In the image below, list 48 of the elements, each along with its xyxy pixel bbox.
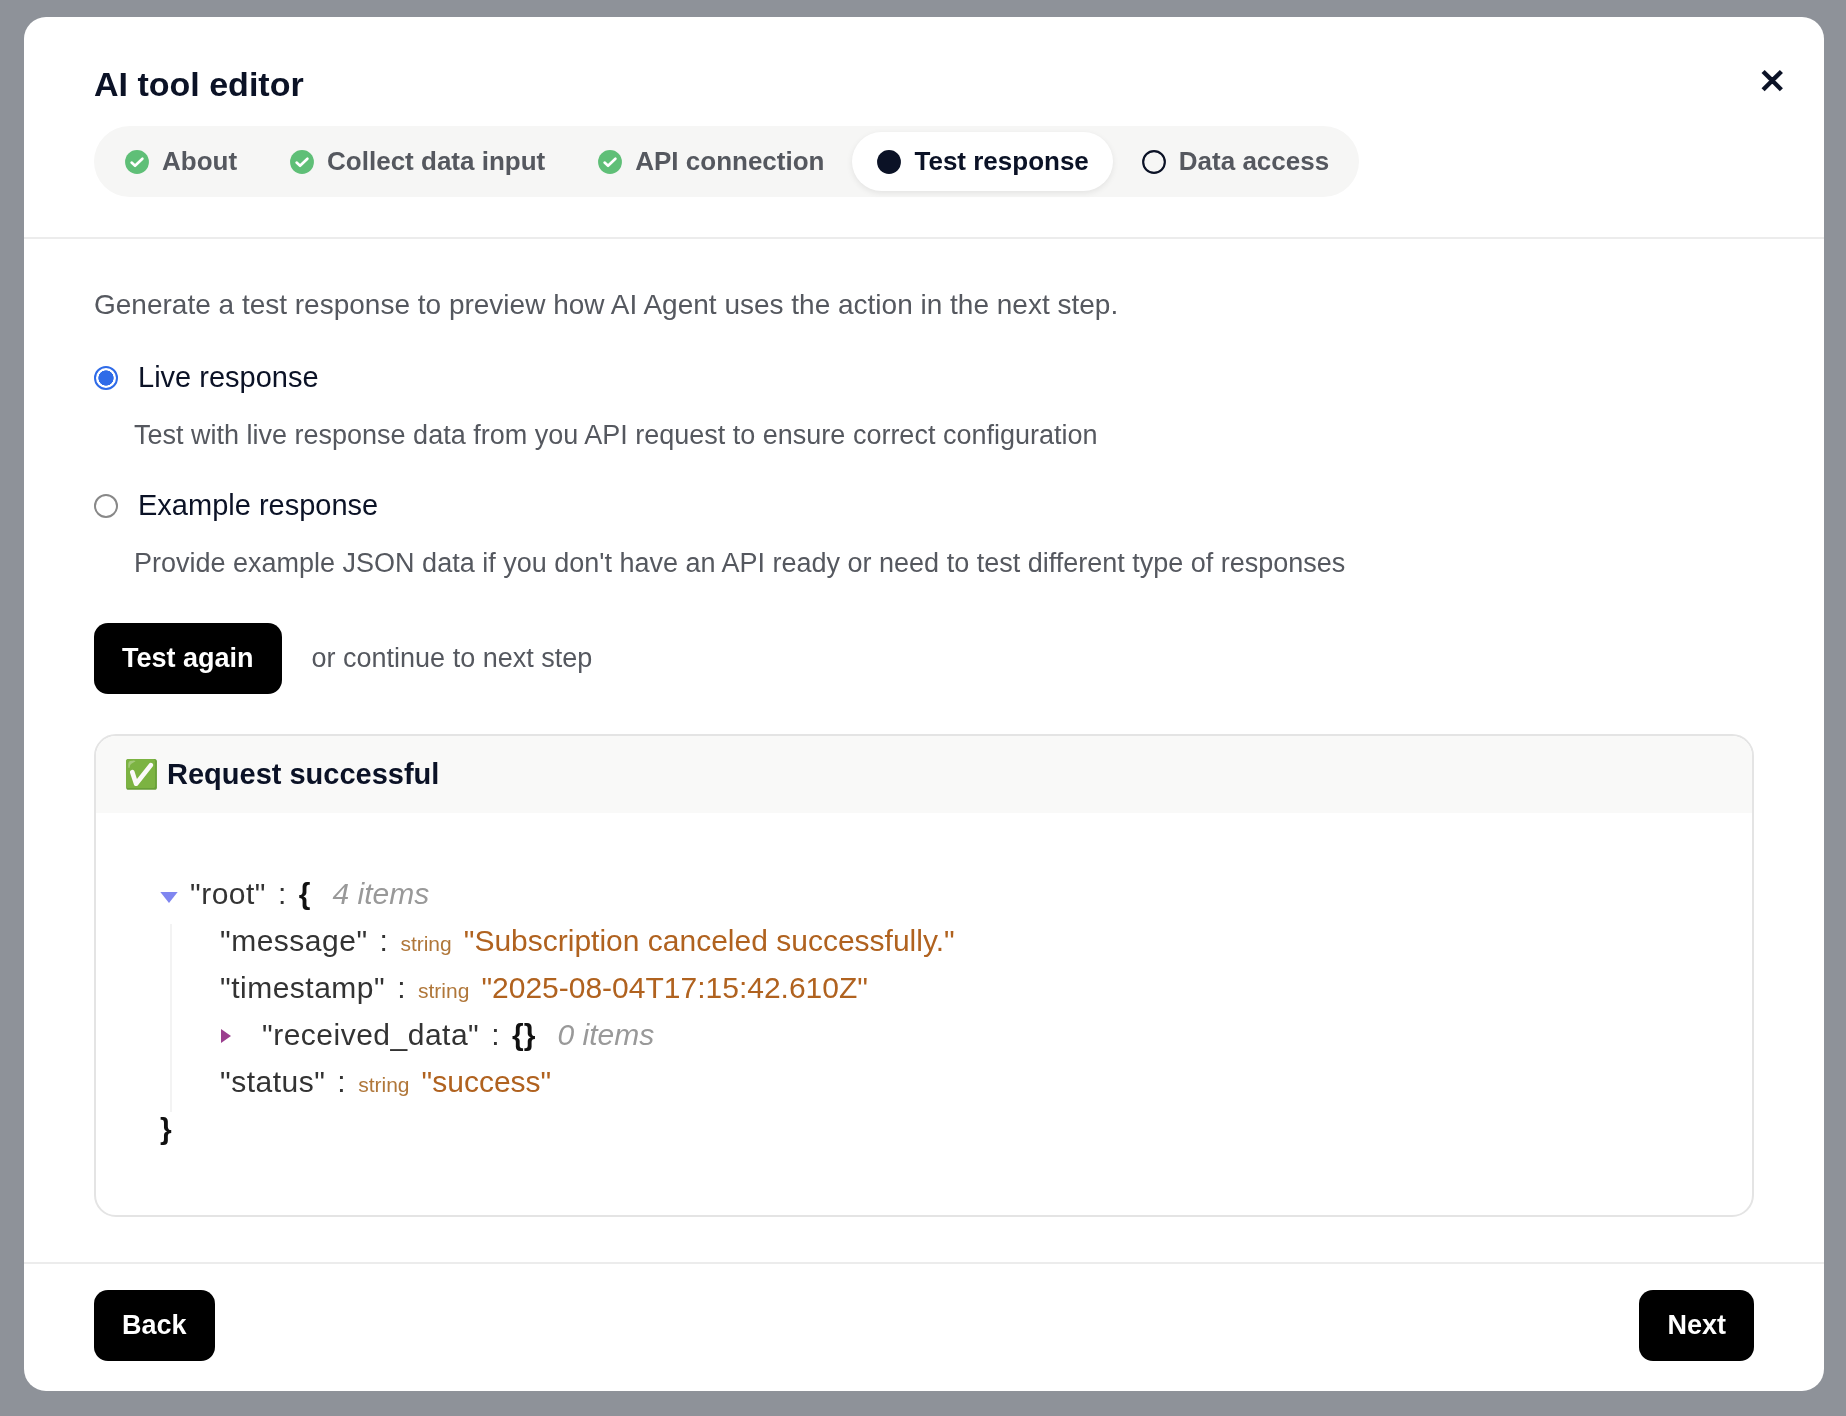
- caret-icon[interactable]: [160, 891, 178, 904]
- json-value: "Subscription canceled successfully.": [463, 924, 955, 958]
- json-colon: :: [337, 1065, 347, 1099]
- option-label: Example response: [138, 489, 379, 522]
- option-description: Test with live response data from you API request to ensure correct configuration: [134, 420, 1099, 451]
- type-label: string: [358, 1073, 410, 1097]
- json-colon: :: [397, 971, 406, 1005]
- radio-button[interactable]: [94, 365, 118, 390]
- empty-circle-icon: [1140, 148, 1167, 175]
- test-again-button[interactable]: Test again: [94, 623, 282, 694]
- json-key: "status": [220, 1065, 326, 1099]
- back-button[interactable]: Back: [94, 1290, 215, 1361]
- item-count: 0 items: [557, 1018, 655, 1052]
- result-title: Request successful: [167, 758, 440, 791]
- json-brace: {}: [512, 1018, 536, 1052]
- json-brace: }: [160, 1112, 172, 1146]
- check-mark-icon: ✅: [124, 758, 159, 791]
- step-tab[interactable]: Data access: [1116, 132, 1354, 191]
- continue-hint: or continue to next step: [311, 643, 593, 674]
- json-brace: {: [298, 877, 311, 911]
- check-circle-icon: [124, 148, 150, 175]
- step-tab[interactable]: Test response: [852, 132, 1113, 191]
- option-label: Live response: [138, 361, 319, 394]
- type-label: string: [418, 979, 470, 1003]
- step-tab[interactable]: About: [100, 132, 262, 191]
- item-count: 4 items: [332, 877, 430, 911]
- next-button[interactable]: Next: [1639, 1290, 1754, 1361]
- step-tab[interactable]: API connection: [573, 132, 849, 191]
- json-key: "message": [220, 924, 368, 958]
- option-description: Provide example JSON data if you don't have an API ready or need to test different type of responses: [134, 548, 1347, 579]
- type-label: string: [400, 932, 452, 956]
- json-colon: :: [379, 924, 389, 958]
- filled-circle-icon: [876, 148, 903, 175]
- json-key: "received_data": [262, 1018, 480, 1052]
- intro-text: Generate a test response to preview how AI Agent uses the action in the next step.: [94, 289, 1120, 321]
- json-value: "2025-08-04T17:15:42.610Z": [481, 971, 868, 1005]
- radio-button[interactable]: [94, 493, 118, 518]
- caret-icon[interactable]: [220, 1027, 232, 1045]
- check-circle-icon: [597, 148, 624, 175]
- json-value: "success": [421, 1065, 552, 1099]
- json-key: "root": [190, 877, 266, 911]
- json-colon: :: [491, 1018, 501, 1052]
- dialog-title: AI tool editor: [94, 65, 305, 104]
- close-button[interactable]: ✕: [1754, 57, 1790, 105]
- json-colon: :: [278, 877, 287, 911]
- step-tab[interactable]: Collect data input: [265, 132, 570, 191]
- json-key: "timestamp": [220, 971, 386, 1005]
- check-circle-icon: [289, 148, 316, 175]
